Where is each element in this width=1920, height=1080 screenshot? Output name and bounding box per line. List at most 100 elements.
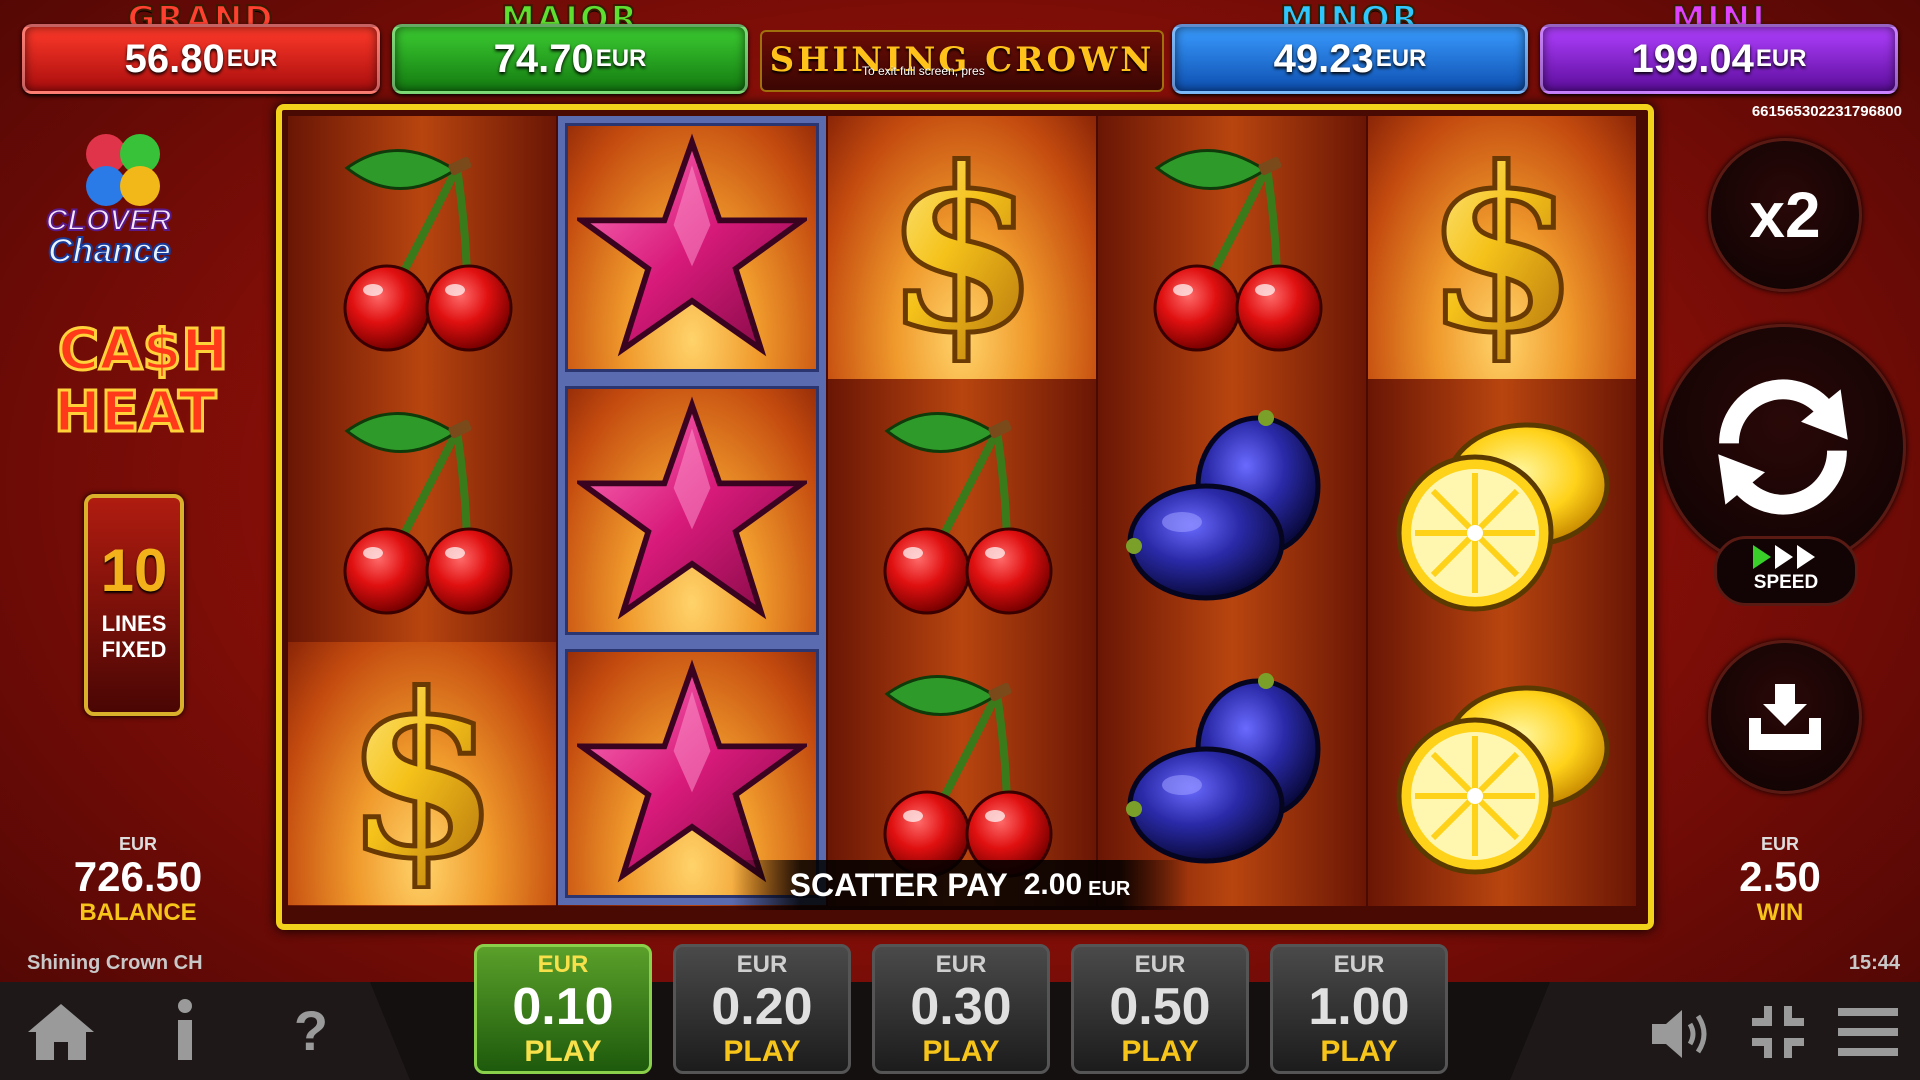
cherry-icon bbox=[883, 674, 1053, 877]
bet-value: 0.10 bbox=[512, 978, 614, 1036]
svg-text:$: $ bbox=[1424, 133, 1580, 363]
cherry-symbol bbox=[288, 116, 556, 379]
dollar-symbol: $ bbox=[288, 642, 556, 905]
clover-chance-logo: CLOVER Chance bbox=[40, 124, 200, 280]
clover-icon bbox=[86, 134, 160, 206]
info-icon bbox=[178, 999, 192, 1060]
sound-icon bbox=[1652, 1010, 1707, 1058]
svg-text:$: $ bbox=[884, 133, 1040, 363]
jackpot-major: MAJOR 74.70 EUR bbox=[392, 0, 748, 94]
balance-value: 726.50 bbox=[73, 853, 203, 900]
reel-4 bbox=[1098, 116, 1366, 906]
speed-button[interactable]: SPEED bbox=[1714, 536, 1858, 606]
jackpot-box: 74.70 EUR bbox=[392, 24, 748, 94]
game-logo: SHINING CROWN To exit full screen, pres bbox=[760, 30, 1164, 92]
bet-currency: EUR bbox=[1333, 951, 1385, 978]
bet-button-1[interactable]: EUR 0.10 PLAY bbox=[474, 944, 652, 1074]
cash-heat-logo: CA$H HEAT bbox=[48, 317, 229, 454]
help-button[interactable]: ? bbox=[286, 998, 336, 1064]
info-button[interactable] bbox=[160, 998, 210, 1064]
help-icon: ? bbox=[293, 999, 329, 1062]
bet-button-2[interactable]: EUR 0.20 PLAY bbox=[673, 944, 851, 1074]
cash-line1: CA$H bbox=[56, 317, 229, 385]
jackpot-currency: EUR bbox=[1755, 45, 1807, 72]
scatter-currency: EUR bbox=[1088, 877, 1131, 900]
jackpot-amount: 199.04 bbox=[1631, 36, 1754, 81]
cherry-symbol bbox=[1098, 116, 1366, 379]
lemon-symbol bbox=[1368, 642, 1636, 905]
bet-play-label: PLAY bbox=[524, 1035, 602, 1068]
plum-icon bbox=[1126, 672, 1321, 863]
sound-button[interactable] bbox=[1648, 1004, 1718, 1064]
cherry-icon bbox=[883, 411, 1053, 614]
jackpot-minor: MINOR 49.23 EUR bbox=[1172, 0, 1528, 94]
bet-currency: EUR bbox=[935, 951, 987, 978]
fast-forward-icon bbox=[1753, 545, 1815, 569]
game-name: Shining Crown CH bbox=[27, 952, 203, 974]
jackpot-amount: 56.80 bbox=[124, 36, 225, 81]
clover-line2: Chance bbox=[47, 231, 172, 271]
lines-count: 10 bbox=[100, 537, 168, 604]
star-symbol bbox=[558, 116, 826, 379]
bet-button-5[interactable]: EUR 1.00 PLAY bbox=[1270, 944, 1448, 1074]
lemon-icon bbox=[1396, 422, 1610, 611]
jackpot-grand: GRAND 56.80 EUR bbox=[22, 0, 380, 94]
menu-icon bbox=[1838, 1008, 1898, 1056]
cherry-symbol bbox=[288, 379, 556, 642]
spin-button[interactable] bbox=[1660, 324, 1906, 570]
collect-button[interactable] bbox=[1708, 640, 1862, 794]
bet-value: 1.00 bbox=[1308, 978, 1410, 1036]
bet-value: 0.20 bbox=[711, 978, 813, 1036]
win-value: 2.50 bbox=[1739, 853, 1821, 900]
spin-icon bbox=[1718, 379, 1848, 515]
bet-play-label: PLAY bbox=[1121, 1035, 1199, 1068]
bet-button-3[interactable]: EUR 0.30 PLAY bbox=[872, 944, 1050, 1074]
lemon-icon bbox=[1396, 685, 1610, 874]
jackpot-mini: MINI 199.04 EUR bbox=[1540, 0, 1898, 94]
lines-fixed-label: FIXED bbox=[101, 637, 167, 662]
cherry-symbol bbox=[828, 379, 1096, 642]
dollar-icon: $ bbox=[882, 133, 1043, 363]
star-icon bbox=[577, 396, 807, 619]
star-symbol bbox=[558, 379, 826, 642]
win-panel: EUR 2.50 WIN bbox=[1680, 834, 1880, 927]
jackpot-amount: 49.23 bbox=[1273, 36, 1374, 81]
speed-label: SPEED bbox=[1753, 572, 1819, 593]
bet-play-label: PLAY bbox=[1320, 1035, 1398, 1068]
reel-1: $ bbox=[288, 116, 556, 906]
dollar-icon: $ bbox=[1422, 133, 1583, 363]
home-button[interactable] bbox=[26, 1000, 96, 1066]
bet-currency: EUR bbox=[736, 951, 788, 978]
dollar-icon: $ bbox=[342, 659, 503, 889]
lines-indicator: 10 LINES FIXED bbox=[84, 494, 184, 716]
scatter-pay-banner: SCATTER PAY 2.00 EUR bbox=[732, 860, 1188, 910]
cherry-icon bbox=[343, 411, 513, 614]
bet-value: 0.50 bbox=[1109, 978, 1211, 1036]
download-tray-icon bbox=[1749, 684, 1821, 750]
dollar-symbol: $ bbox=[828, 116, 1096, 379]
dollar-symbol: $ bbox=[1368, 116, 1636, 379]
multiplier-label: x2 bbox=[1749, 179, 1821, 251]
cherry-icon bbox=[1153, 148, 1323, 351]
fullscreen-hint: To exit full screen, pres bbox=[862, 64, 985, 78]
fullscreen-button[interactable] bbox=[1750, 1004, 1806, 1060]
multiplier-button[interactable]: x2 bbox=[1708, 138, 1862, 292]
reel-5: $ bbox=[1368, 116, 1636, 906]
bet-currency: EUR bbox=[537, 951, 589, 978]
menu-button[interactable] bbox=[1838, 1006, 1898, 1060]
balance-panel: EUR 726.50 BALANCE bbox=[40, 834, 236, 927]
jackpot-box: 199.04 EUR bbox=[1540, 24, 1898, 94]
fullscreen-icon bbox=[1752, 1006, 1804, 1058]
jackpot-box: 49.23 EUR bbox=[1172, 24, 1528, 94]
win-currency: EUR bbox=[1760, 834, 1799, 854]
jackpot-currency: EUR bbox=[595, 45, 647, 72]
reel-3: $ bbox=[828, 116, 1096, 906]
clock: 15:44 bbox=[1848, 952, 1900, 974]
cherry-icon bbox=[343, 148, 513, 351]
jackpot-currency: EUR bbox=[1375, 45, 1427, 72]
balance-label: BALANCE bbox=[79, 899, 197, 926]
lines-label: LINES bbox=[101, 611, 167, 636]
bet-button-4[interactable]: EUR 0.50 PLAY bbox=[1071, 944, 1249, 1074]
cash-line2: HEAT bbox=[52, 379, 217, 447]
bet-currency: EUR bbox=[1134, 951, 1186, 978]
